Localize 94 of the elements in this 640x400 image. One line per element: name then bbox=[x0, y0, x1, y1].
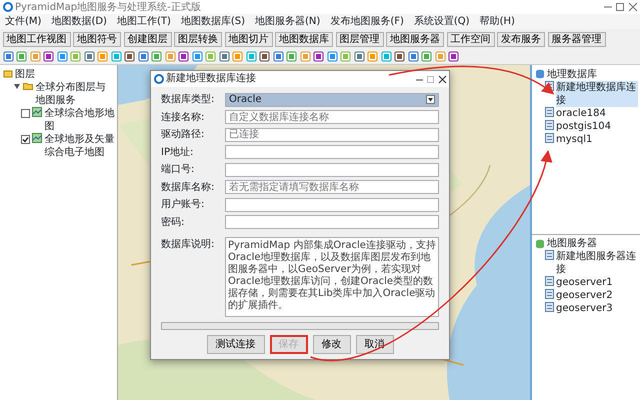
panel-title: 地理数据库 bbox=[547, 68, 597, 80]
toolbar-button[interactable]: 发布服务 bbox=[497, 32, 545, 46]
toolbar-tool-icon[interactable] bbox=[218, 51, 230, 62]
toolbar-tool-icon[interactable] bbox=[259, 51, 270, 62]
window-title: PyramidMap地图服务与处理系统-正式版 bbox=[15, 0, 202, 14]
field-label: 数据库名称: bbox=[161, 180, 216, 194]
input-field[interactable]: 已连接 bbox=[225, 128, 439, 142]
toolbar-tool-icon[interactable] bbox=[354, 51, 364, 62]
toolbar-button[interactable]: 地图数据库 bbox=[275, 32, 333, 46]
toolbar-button[interactable]: 地图服务器 bbox=[386, 32, 444, 46]
server-icon bbox=[544, 302, 554, 312]
toolbar-tool-icon[interactable] bbox=[272, 51, 284, 62]
toolbar-tool-icon[interactable] bbox=[178, 51, 189, 62]
description-field[interactable]: PyramidMap 内部集成Oracle连接驱动，支持Oracle地理数据库，以及数据库图层发布到地图服务器中，以GeoServer为例，若实现对Oracle地理数据库访问，创建Oracle类型的数据存储，则需要在其Lib类库中加入Oracle驱动的扩展插件。 bbox=[225, 237, 439, 317]
toolbar-tool-icon[interactable] bbox=[394, 51, 405, 62]
toolbar-tool-icon[interactable] bbox=[124, 51, 135, 62]
field-label: 连接名称: bbox=[161, 110, 206, 124]
input-field[interactable]: 自定义数据库连接名称 bbox=[225, 110, 439, 124]
toolbar-button[interactable]: 创建图层 bbox=[124, 32, 172, 46]
toolbar-tool-icon[interactable] bbox=[43, 51, 54, 62]
folder-icon bbox=[23, 80, 33, 90]
toolbar-tool-icon[interactable] bbox=[408, 51, 418, 62]
server-icon bbox=[544, 250, 554, 260]
tree-item[interactable]: postgis104 bbox=[556, 120, 612, 132]
menu-item[interactable]: 地图服务器(N) bbox=[250, 14, 326, 29]
field-label: 驱动路径: bbox=[161, 128, 206, 142]
dialog-button[interactable]: 测试连接 bbox=[206, 335, 264, 354]
dialog-button[interactable]: 修改 bbox=[312, 335, 350, 354]
toolbar-tool-icon[interactable] bbox=[151, 51, 162, 62]
input-field[interactable]: 若无需指定请填写数据库名称 bbox=[225, 180, 439, 194]
toolbar-tool-icon[interactable] bbox=[326, 51, 338, 62]
toolbar-tool-icon[interactable] bbox=[448, 51, 459, 62]
app-logo-icon bbox=[154, 74, 164, 84]
menu-item[interactable]: 地图工作(T) bbox=[112, 14, 176, 29]
server-icon bbox=[544, 276, 554, 286]
input-field[interactable] bbox=[225, 162, 439, 176]
dialog-title: 新建地理数据库连接 bbox=[166, 72, 257, 86]
tree-item-label[interactable]: 全球地形及矢量综合电子地图 bbox=[44, 132, 114, 158]
password-field[interactable] bbox=[225, 215, 439, 229]
menu-item[interactable]: 地图数据库(S) bbox=[176, 14, 250, 29]
layers-icon bbox=[2, 69, 12, 79]
toolbar-button[interactable]: 工作空间 bbox=[446, 32, 494, 46]
toolbar-tool-icon[interactable] bbox=[286, 51, 297, 62]
server-icon bbox=[544, 120, 554, 130]
tree-item[interactable]: geoserver3 bbox=[556, 302, 613, 315]
map-layer-icon bbox=[32, 132, 42, 142]
toolbar-tool-icon[interactable] bbox=[192, 51, 202, 62]
close-icon[interactable] bbox=[438, 74, 446, 84]
field-label: 用户账号: bbox=[161, 198, 206, 212]
menu-item[interactable]: 地图数据(D) bbox=[46, 14, 112, 29]
toolbar-button[interactable]: 图层转换 bbox=[174, 32, 222, 46]
tree-item-label[interactable]: 全球综合地形地图 bbox=[44, 106, 114, 132]
toolbar-tool-icon[interactable] bbox=[56, 51, 68, 62]
menu-item[interactable]: 文件(M) bbox=[0, 14, 46, 29]
map-layer-icon bbox=[32, 106, 42, 116]
tree-item-label[interactable]: 全球分布图层与地图服务 bbox=[36, 80, 114, 106]
tree-item[interactable]: geoserver2 bbox=[556, 289, 613, 302]
input-field[interactable] bbox=[225, 198, 439, 212]
checkbox[interactable] bbox=[20, 134, 30, 144]
toolbar-tool-icon[interactable] bbox=[84, 51, 94, 62]
toolbar-tool-icon[interactable] bbox=[16, 51, 27, 62]
menu-item[interactable]: 帮助(H) bbox=[474, 14, 520, 29]
dropdown-caret-icon bbox=[426, 95, 435, 104]
input-field[interactable] bbox=[225, 145, 439, 159]
toolbar-button[interactable]: 地图工作视图 bbox=[2, 32, 70, 46]
toolbar-tool-icon[interactable] bbox=[138, 51, 148, 62]
tree-item[interactable]: oracle184 bbox=[556, 106, 606, 120]
toolbar-button[interactable]: 地图切片 bbox=[224, 32, 272, 46]
field-label: 数据库说明: bbox=[161, 238, 216, 252]
database-icon bbox=[534, 69, 544, 79]
field-label: 密码: bbox=[161, 216, 186, 230]
app-logo-icon bbox=[2, 2, 12, 12]
tree-item[interactable]: geoserver1 bbox=[556, 276, 613, 289]
menu-item[interactable]: 系统设置(Q) bbox=[408, 14, 475, 29]
toolbar-tool-icon[interactable] bbox=[313, 51, 324, 62]
maximize-icon[interactable] bbox=[615, 2, 625, 12]
database-icon bbox=[534, 238, 544, 248]
field-label: 数据库类型: bbox=[161, 92, 216, 107]
panel-title: 图层 bbox=[15, 68, 35, 80]
server-icon bbox=[544, 289, 554, 299]
server-icon bbox=[544, 132, 554, 142]
toolbar-button[interactable]: 地图符号 bbox=[73, 32, 121, 46]
menu-item[interactable]: 发布地图服务(F) bbox=[325, 14, 409, 29]
field-label: IP地址: bbox=[161, 146, 194, 160]
server-icon bbox=[544, 106, 554, 116]
toolbar-button[interactable]: 服务器管理 bbox=[548, 32, 606, 46]
select-field[interactable]: Oracle bbox=[225, 92, 439, 106]
field-label: 端口号: bbox=[161, 162, 196, 177]
tree-item[interactable]: mysql1 bbox=[556, 132, 592, 146]
toolbar-button[interactable]: 图层管理 bbox=[336, 32, 384, 46]
toolbar-tool-icon[interactable] bbox=[2, 51, 14, 62]
checkbox[interactable] bbox=[20, 108, 30, 118]
toolbar-tool-icon[interactable] bbox=[421, 51, 432, 62]
panel-title: 地图服务器 bbox=[547, 237, 597, 250]
